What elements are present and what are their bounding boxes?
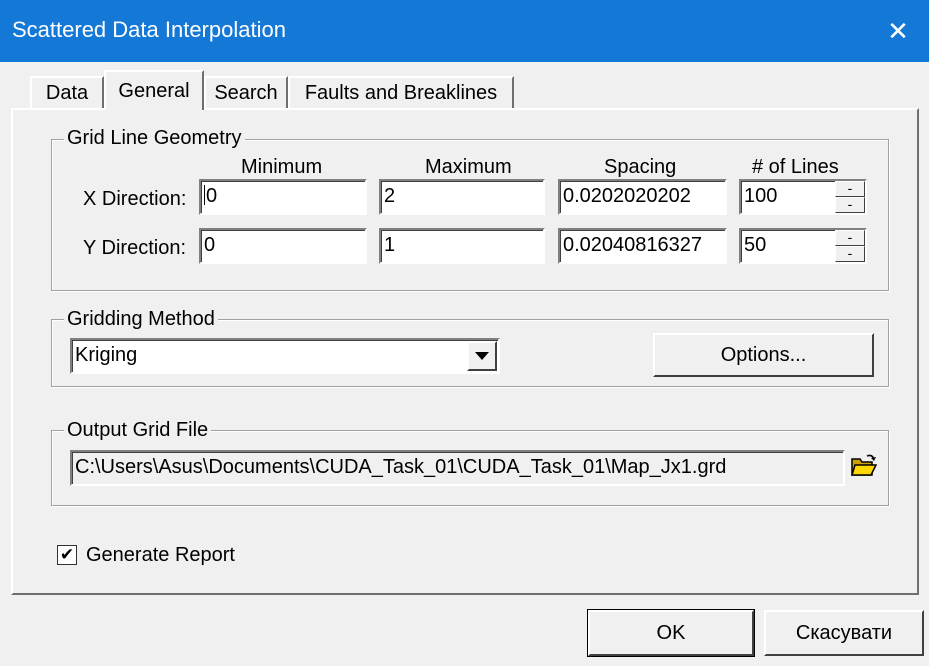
spin-down-button[interactable]: -: [835, 197, 865, 213]
chevron-down-icon: [475, 352, 489, 360]
gridding-method-label: Gridding Method: [64, 308, 218, 330]
x-direction-label: X Direction:: [83, 188, 187, 210]
text-cursor: [204, 185, 205, 205]
column-lines-header: # of Lines: [752, 156, 839, 178]
column-spacing-header: Spacing: [604, 156, 677, 178]
y-spacing-input[interactable]: 0.02040816327: [558, 228, 727, 264]
tab-data-label: Data: [45, 81, 89, 104]
tab-general-label: General: [118, 79, 190, 102]
window-title: Scattered Data Interpolation: [12, 17, 286, 42]
spin-up-button[interactable]: -: [835, 181, 865, 197]
grid-line-geometry-label: Grid Line Geometry: [64, 127, 245, 149]
y-lines-spinner[interactable]: - -: [835, 230, 865, 262]
x-lines-spinner[interactable]: - -: [835, 181, 865, 213]
output-grid-file-label: Output Grid File: [64, 419, 212, 441]
spin-down-button[interactable]: -: [835, 246, 865, 262]
generate-report-label: Generate Report: [86, 544, 235, 566]
open-folder-icon[interactable]: [850, 453, 878, 479]
gridding-method-select[interactable]: Kriging: [70, 338, 500, 374]
cancel-button[interactable]: Скасувати: [764, 610, 924, 656]
column-maximum-header: Maximum: [425, 156, 512, 178]
output-file-path-field[interactable]: C:\Users\Asus\Documents\CUDA_Task_01\CUD…: [70, 450, 845, 486]
tab-search-label: Search: [214, 81, 278, 104]
tab-general[interactable]: General: [104, 70, 204, 110]
spin-up-button[interactable]: -: [835, 230, 865, 246]
options-button[interactable]: Options...: [653, 333, 874, 377]
close-icon[interactable]: ✕: [867, 0, 929, 62]
column-minimum-header: Minimum: [241, 156, 323, 178]
x-maximum-input[interactable]: 2: [379, 179, 545, 215]
title-bar: Scattered Data Interpolation ✕: [0, 0, 929, 62]
gridding-method-value: Kriging: [75, 344, 138, 366]
dropdown-arrow-button[interactable]: [467, 341, 497, 371]
y-maximum-input[interactable]: 1: [379, 228, 545, 264]
tab-faults-breaklines[interactable]: Faults and Breaklines: [288, 76, 514, 108]
ok-button[interactable]: OK: [587, 609, 755, 657]
y-minimum-input[interactable]: 0: [199, 228, 367, 264]
tab-faults-label: Faults and Breaklines: [304, 81, 498, 104]
x-spacing-input[interactable]: 0.0202020202: [558, 179, 727, 215]
x-minimum-value: 0: [206, 185, 218, 207]
y-direction-label: Y Direction:: [83, 237, 187, 259]
tab-data[interactable]: Data: [30, 76, 104, 108]
x-minimum-input[interactable]: 0: [199, 179, 367, 215]
tab-search[interactable]: Search: [204, 76, 288, 108]
generate-report-checkbox[interactable]: ✔: [57, 545, 77, 565]
